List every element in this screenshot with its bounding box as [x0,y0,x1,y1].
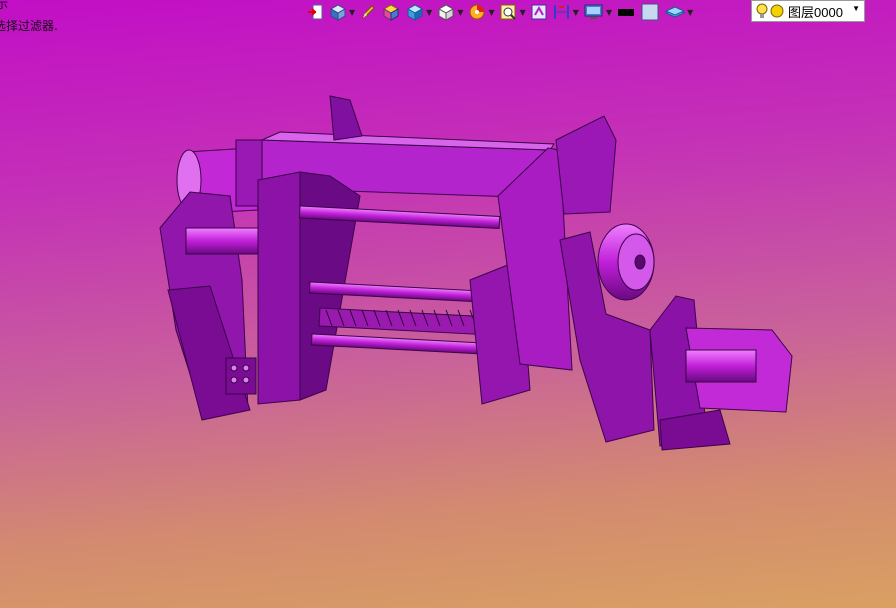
model-viewport[interactable] [0,0,896,608]
cad-assembly[interactable] [159,95,793,451]
